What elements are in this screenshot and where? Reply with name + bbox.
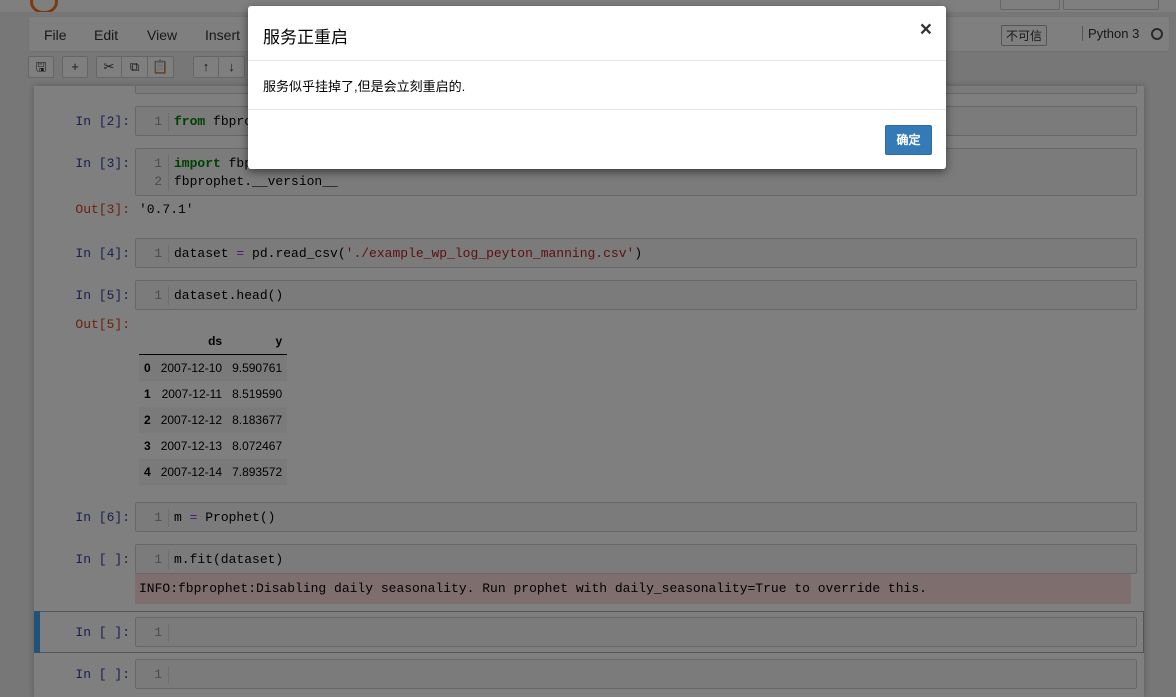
- ok-button[interactable]: 确定: [885, 125, 932, 155]
- restart-dialog: 服务正重启 × 服务似乎挂掉了,但是会立刻重启的. 确定: [248, 6, 946, 169]
- dialog-footer: 确定: [248, 109, 946, 170]
- dialog-title: 服务正重启: [263, 28, 348, 47]
- dialog-header: 服务正重启 ×: [248, 6, 946, 61]
- close-icon[interactable]: ×: [920, 18, 932, 42]
- dialog-message: 服务似乎挂掉了,但是会立刻重启的.: [263, 79, 466, 94]
